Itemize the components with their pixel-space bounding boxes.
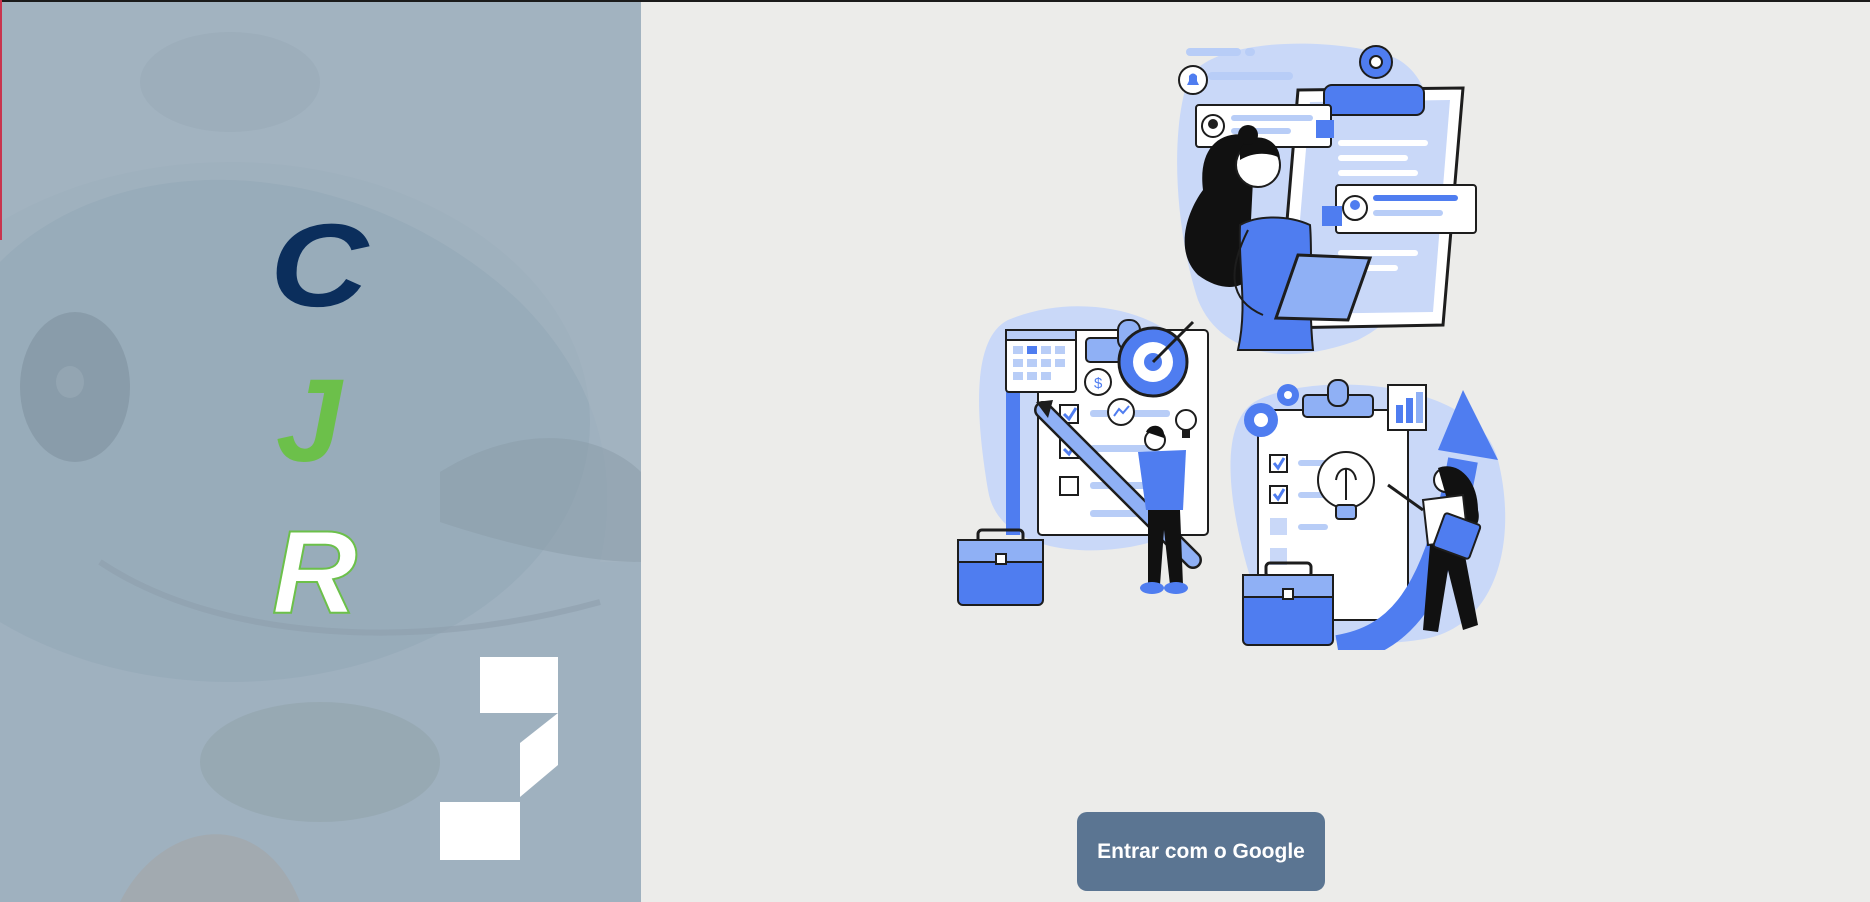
brand-letter-j: J [276,355,342,487]
left-edge-accent [0,0,2,240]
brand-letter-c: C [270,200,369,332]
brand-letter-r: R [271,507,358,639]
brand-logo-icon [440,657,558,860]
svg-text:$: $ [1094,375,1103,392]
planning-checklist-illustration-icon: $ [957,43,1506,650]
google-login-button[interactable]: Entrar com o Google [1077,812,1325,891]
brand-panel: C J R [0,2,641,902]
